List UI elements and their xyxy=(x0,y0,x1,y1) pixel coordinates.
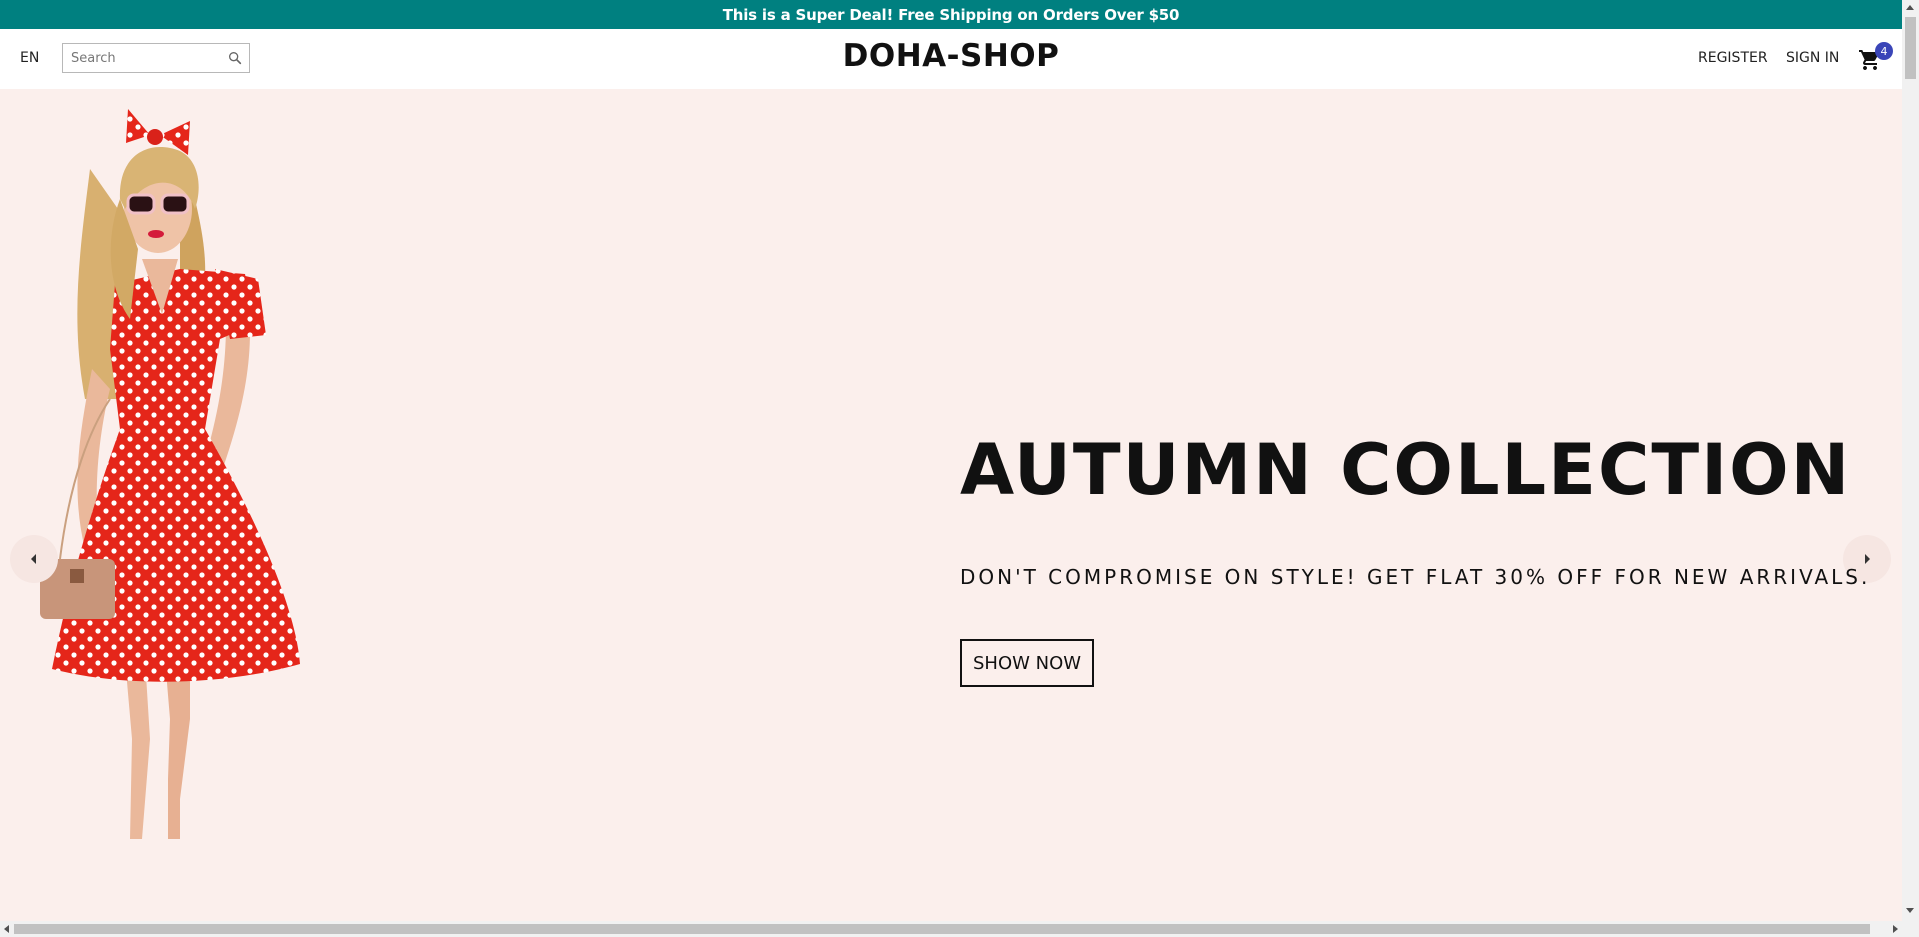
scroll-up-arrow[interactable] xyxy=(1906,5,1914,10)
scroll-down-arrow[interactable] xyxy=(1906,908,1914,913)
vertical-scrollbar[interactable] xyxy=(1902,0,1919,921)
carousel-prev-button[interactable] xyxy=(10,535,58,583)
sign-in-link[interactable]: SIGN IN xyxy=(1786,50,1839,66)
search-box xyxy=(62,43,250,73)
vertical-scroll-thumb[interactable] xyxy=(1905,17,1916,79)
hero-title: AUTUMN COLLECTION xyxy=(960,429,1852,511)
register-link[interactable]: REGISTER xyxy=(1698,50,1768,66)
model-image xyxy=(40,109,300,839)
language-selector[interactable]: EN xyxy=(20,50,39,66)
cart-count-badge: 4 xyxy=(1875,42,1893,60)
announcement-bar: This is a Super Deal! Free Shipping on O… xyxy=(0,0,1902,29)
horizontal-scrollbar[interactable] xyxy=(0,921,1919,937)
site-logo[interactable]: DOHA-SHOP xyxy=(0,38,1902,74)
horizontal-scroll-thumb[interactable] xyxy=(14,924,1870,934)
hero-subtitle: DON'T COMPROMISE ON STYLE! GET FLAT 30% … xyxy=(960,565,1871,589)
cart-button[interactable]: 4 xyxy=(1858,42,1894,76)
scroll-right-arrow[interactable] xyxy=(1893,925,1898,933)
chevron-right-icon xyxy=(1865,554,1870,564)
search-input[interactable] xyxy=(69,45,219,71)
search-icon[interactable] xyxy=(227,50,243,66)
show-now-button[interactable]: SHOW NOW xyxy=(960,639,1095,687)
navbar: EN DOHA-SHOP REGISTER SIGN IN 4 xyxy=(0,29,1902,89)
scroll-left-arrow[interactable] xyxy=(4,925,9,933)
announcement-text: This is a Super Deal! Free Shipping on O… xyxy=(722,5,1180,24)
hero-banner: AUTUMN COLLECTION DON'T COMPROMISE ON ST… xyxy=(0,89,1902,921)
chevron-left-icon xyxy=(31,554,36,564)
